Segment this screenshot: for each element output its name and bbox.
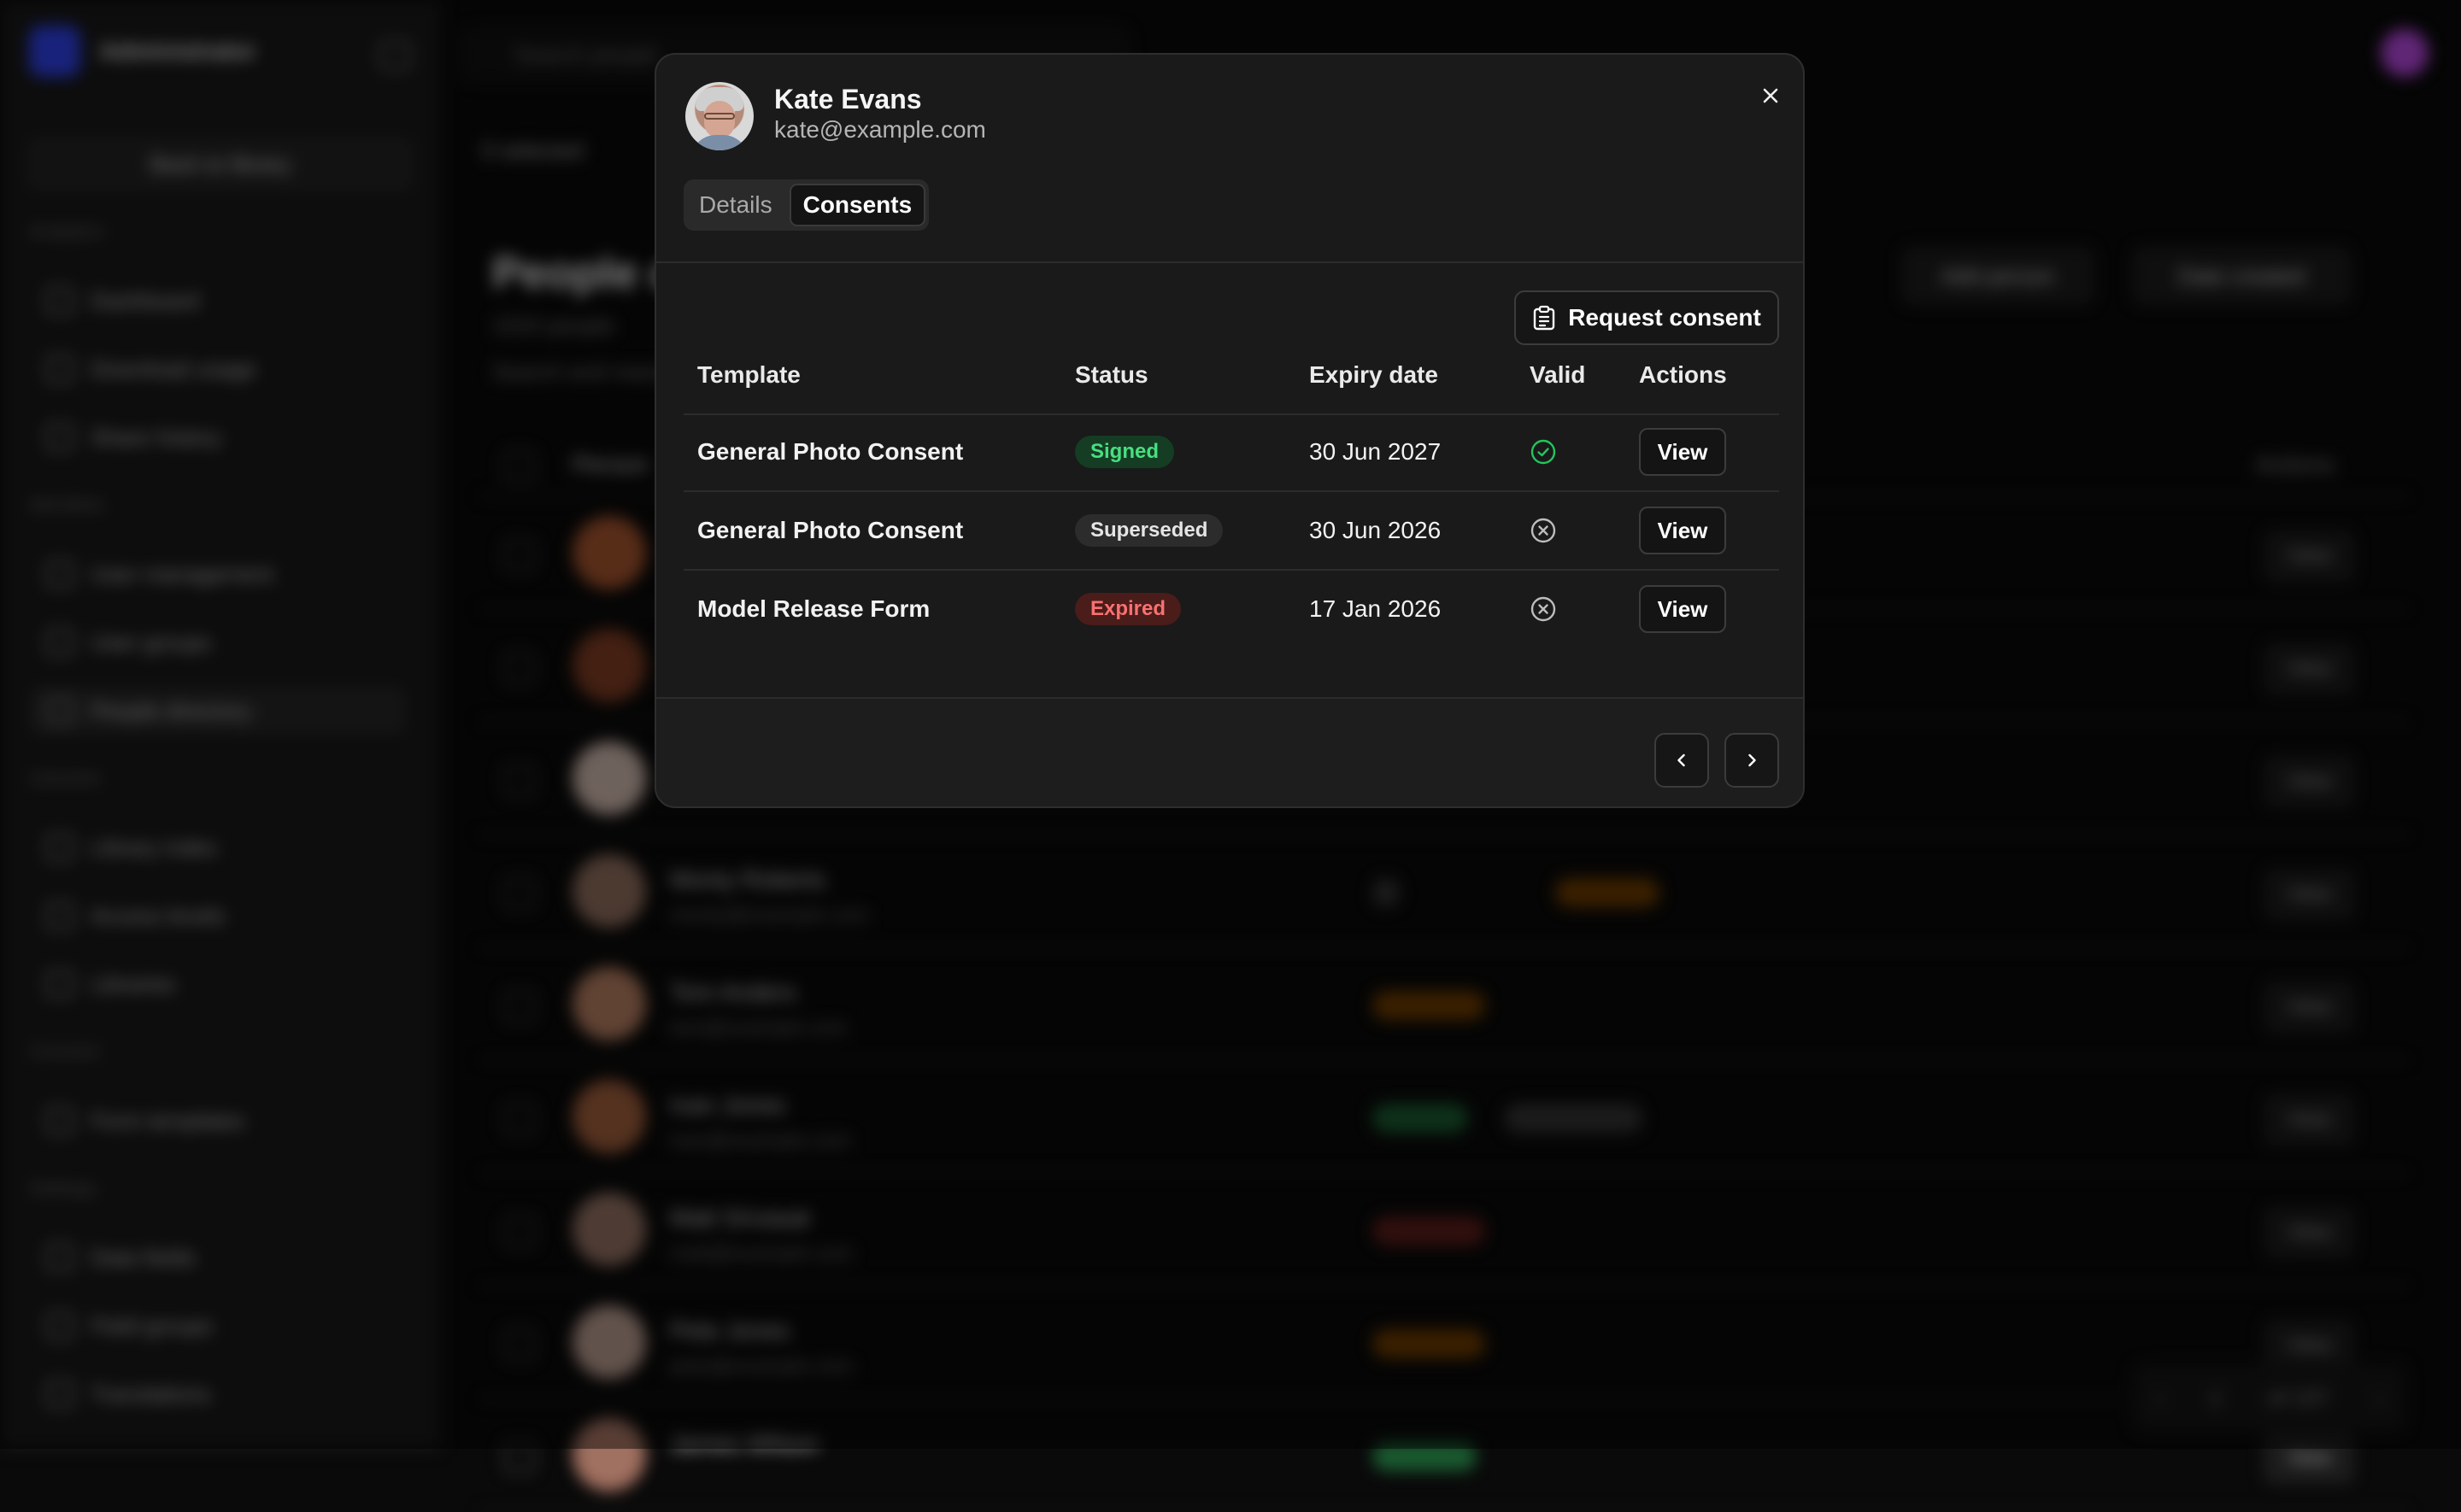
status-badge-expired: Expired xyxy=(1075,593,1182,625)
close-icon xyxy=(1763,88,1778,103)
status-cell: Signed xyxy=(1075,413,1175,490)
expiry-date: 30 Jun 2027 xyxy=(1309,438,1442,465)
x-circle-icon xyxy=(1530,518,1556,543)
chevron-left-icon xyxy=(1677,753,1685,767)
valid-cell xyxy=(1530,492,1557,569)
next-page-button[interactable] xyxy=(1724,733,1779,788)
person-avatar xyxy=(685,82,754,150)
column-header-valid: Valid xyxy=(1530,361,1586,388)
column-header-expiry: Expiry date xyxy=(1309,361,1438,388)
status-cell: Superseded xyxy=(1075,492,1224,569)
status-cell: Expired xyxy=(1075,571,1182,648)
dialog-tabs: Details Consents xyxy=(684,179,930,231)
view-button[interactable]: View xyxy=(1639,507,1726,554)
actions-cell: View xyxy=(1639,571,1726,648)
person-email: kate@example.com xyxy=(774,116,986,143)
expiry-date: 17 Jan 2026 xyxy=(1309,595,1442,622)
table-row: General Photo Consent Superseded 30 Jun … xyxy=(684,492,1779,571)
template-name: Model Release Form xyxy=(697,595,931,622)
table-row: General Photo Consent Signed 30 Jun 2027… xyxy=(684,413,1779,492)
person-consents-dialog: Kate Evans kate@example.com Details Cons… xyxy=(655,53,1805,808)
expiry-date: 30 Jun 2026 xyxy=(1309,517,1442,543)
view-button[interactable]: View xyxy=(1639,585,1726,633)
column-header-actions: Actions xyxy=(1639,361,1727,388)
actions-cell: View xyxy=(1639,413,1726,490)
table-header-row: Template Status Expiry date Valid Action… xyxy=(684,337,1779,415)
check-circle-icon xyxy=(1530,439,1556,465)
valid-cell xyxy=(1530,571,1557,648)
clipboard-icon xyxy=(1533,305,1555,331)
template-name: General Photo Consent xyxy=(697,438,964,465)
column-header-template: Template xyxy=(697,361,801,388)
dialog-header: Kate Evans kate@example.com Details Cons… xyxy=(656,55,1803,263)
previous-page-button[interactable] xyxy=(1654,733,1709,788)
request-consent-label: Request consent xyxy=(1568,304,1761,331)
person-name: Kate Evans xyxy=(774,84,922,114)
chevron-right-icon xyxy=(1748,753,1756,767)
x-circle-icon xyxy=(1530,596,1556,622)
actions-cell: View xyxy=(1639,492,1726,569)
status-badge-signed: Signed xyxy=(1075,436,1175,468)
template-name: General Photo Consent xyxy=(697,517,964,543)
dialog-footer xyxy=(656,697,1803,806)
consents-table: Template Status Expiry date Valid Action… xyxy=(684,361,1779,648)
tab-details[interactable]: Details xyxy=(687,184,784,226)
status-badge-superseded: Superseded xyxy=(1075,514,1224,547)
table-row: Model Release Form Expired 17 Jan 2026 V… xyxy=(684,571,1779,648)
valid-cell xyxy=(1530,413,1557,490)
view-button[interactable]: View xyxy=(1639,428,1726,476)
column-header-status: Status xyxy=(1075,361,1148,388)
tab-consents[interactable]: Consents xyxy=(789,184,926,226)
close-button[interactable] xyxy=(1752,77,1789,114)
